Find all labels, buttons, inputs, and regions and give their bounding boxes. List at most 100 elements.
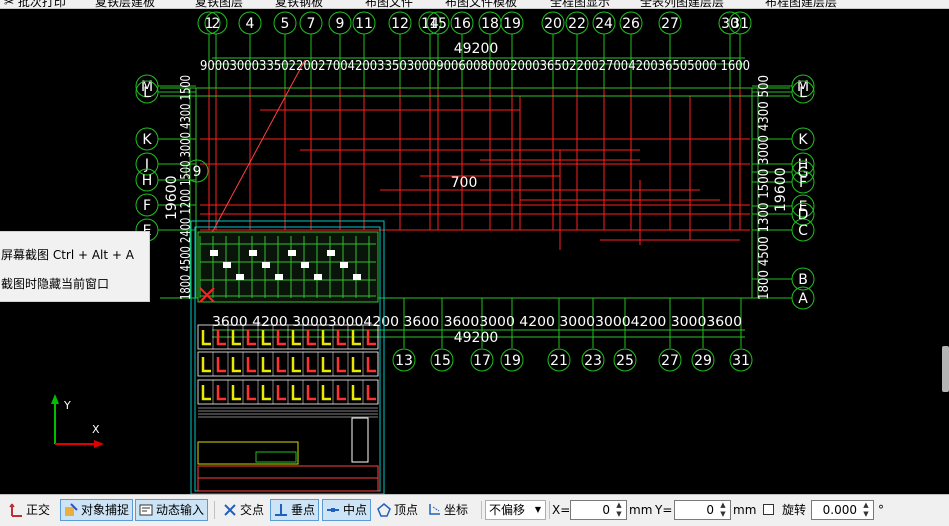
top-axis-bubble-label: 11: [355, 16, 373, 32]
top-axis-bubble-label: 27: [661, 16, 679, 32]
top-axis-bubble-label: 24: [595, 16, 613, 32]
right-axis-bubble-label: A: [798, 291, 808, 307]
dynamic-input-icon: [139, 504, 153, 516]
x-coordinate-input[interactable]: 0 ▲ ▼: [570, 500, 627, 520]
rotate-input[interactable]: 0.000 ▲ ▼: [811, 500, 874, 520]
toolbar-item-8[interactable]: 布程图建层层: [765, 0, 837, 8]
vertex-label: 顶点: [394, 503, 419, 517]
top-axis-bubble-label: 31: [731, 16, 749, 32]
ortho-icon: [9, 503, 22, 517]
screenshot-tooltip[interactable]: 屏幕截图 Ctrl + Alt + A 截图时隐藏当前窗口: [0, 231, 150, 302]
bottom-axis-bubble: 13: [392, 348, 416, 372]
toolbar-item-7[interactable]: 全表列图建层层: [640, 0, 724, 8]
top-axis-bubble: 12: [388, 11, 412, 35]
bottom-axis-bubble: 17: [470, 348, 494, 372]
bottom-axis-bubble-label: 23: [584, 353, 602, 369]
bottom-axis-bubble-label: 19: [503, 353, 521, 369]
toolbar-item-5[interactable]: 布图文件模板: [445, 0, 517, 8]
y-coordinate-value: 0: [706, 503, 714, 517]
toolbar-item-batch-print[interactable]: ✂ 批次打印: [4, 0, 66, 8]
top-axis-bubble-label: 19: [503, 16, 521, 32]
scrollbar-handle[interactable]: [942, 346, 949, 392]
top-axis-bubble: 22: [565, 11, 589, 35]
top-axis-bubble-label: 7: [307, 16, 316, 32]
dynamic-input-toggle[interactable]: 动态输入: [135, 499, 209, 521]
tooltip-line-shortcut[interactable]: 屏幕截图 Ctrl + Alt + A: [1, 246, 134, 263]
top-axis-bubble: 18: [478, 11, 502, 35]
toolbar-item-2[interactable]: 夏铁图层: [195, 0, 243, 8]
snap-vertex[interactable]: 顶点: [374, 499, 421, 521]
left-axis-bubble-label: J: [144, 157, 149, 173]
x-label: X=: [552, 503, 571, 517]
toolbar-item-1[interactable]: 夏铁层建板: [95, 0, 155, 8]
top-axis-bubble: 19: [500, 11, 524, 35]
toolbar-item-6[interactable]: 全程图显示: [550, 0, 610, 8]
ucs-y-label: Y: [63, 399, 71, 412]
top-axis-bubble-label: 20: [544, 16, 562, 32]
intersection-icon: [224, 504, 236, 516]
spin-arrows-icon[interactable]: ▲ ▼: [718, 501, 728, 519]
right-axis-bubble-label: F: [799, 175, 807, 191]
offset-mode-select[interactable]: 不偏移 ▼: [485, 500, 546, 520]
right-axis-bubble-label: B: [798, 272, 808, 288]
bottom-dimension-chain: 3600 4200 300030004200 3600 36003000 420…: [212, 315, 742, 330]
bottom-axis-bubble-label: 31: [732, 353, 750, 369]
top-axis-bubble-label: 15: [429, 16, 447, 32]
tooltip-line-hide-window[interactable]: 截图时隐藏当前窗口: [1, 275, 109, 292]
vertex-icon: [377, 503, 391, 517]
rotate-checkbox[interactable]: [763, 504, 774, 515]
mini-plan-room: [223, 262, 231, 268]
bottom-axis-bubble: 19: [500, 348, 524, 372]
mini-plan-room: [262, 262, 270, 268]
bottom-axis-bubble: 31: [729, 348, 753, 372]
spin-arrows-icon[interactable]: ▲ ▼: [861, 501, 871, 519]
right-axis-bubble-label: C: [798, 223, 808, 239]
bottom-axis-bubble: 25: [613, 348, 637, 372]
status-separator: [214, 501, 215, 519]
status-separator: [481, 501, 482, 519]
ortho-label: 正交: [26, 503, 51, 517]
top-axis-bubble: 11: [352, 11, 376, 35]
x-coordinate-value: 0: [602, 503, 610, 517]
bottom-total-dimension: 49200: [454, 330, 499, 346]
toolbar-item-4[interactable]: 布图文件: [365, 0, 413, 8]
top-total-dimension: 49200: [454, 41, 499, 57]
toolbar-item-3[interactable]: 夏铁钢板: [275, 0, 323, 8]
snap-midpoint[interactable]: 中点: [322, 499, 372, 521]
snap-perpendicular[interactable]: 垂点: [270, 499, 320, 521]
dynamic-input-label: 动态输入: [156, 503, 205, 517]
intersection-label: 交点: [240, 503, 265, 517]
rotate-value: 0.000: [822, 503, 857, 517]
mini-plan-room: [210, 250, 218, 256]
bottom-axis-bubble-label: 15: [433, 353, 451, 369]
spin-arrows-icon[interactable]: ▲ ▼: [614, 501, 624, 519]
osnap-toggle[interactable]: 对象捕捉: [60, 499, 134, 521]
mini-plan-room: [249, 250, 257, 256]
coordinate-icon: [429, 504, 440, 515]
mini-plan-room: [353, 274, 361, 280]
degree-symbol: °: [878, 503, 884, 517]
osnap-label: 对象捕捉: [81, 503, 130, 517]
top-axis-bubble: 20: [541, 11, 565, 35]
top-axis-bubble: 27: [658, 11, 682, 35]
x-unit: mm: [629, 503, 653, 517]
left-axis-bubble-label: F: [143, 198, 151, 214]
bottom-axis-bubble: 29: [691, 348, 715, 372]
y-coordinate-input[interactable]: 0 ▲ ▼: [674, 500, 731, 520]
ortho-toggle[interactable]: 正交: [6, 499, 53, 521]
rotate-label: 旋转: [782, 503, 807, 517]
status-separator: [549, 501, 550, 519]
top-axis-bubble: 16: [450, 11, 474, 35]
bottom-axis-bubble-label: 21: [550, 353, 568, 369]
top-axis-bubble-label: 5: [281, 16, 290, 32]
top-axis-bubble: 31: [728, 11, 752, 35]
mini-plan-room: [301, 262, 309, 268]
top-axis-bubble-label: 26: [622, 16, 640, 32]
mini-plan-room: [275, 274, 283, 280]
midpoint-icon: [327, 508, 339, 512]
right-total-dimension: 19600: [773, 167, 789, 212]
snap-intersection[interactable]: 交点: [220, 499, 267, 521]
bottom-axis-bubble: 27: [658, 348, 682, 372]
offset-mode-value: 不偏移: [489, 503, 526, 517]
snap-coordinate[interactable]: 坐标: [424, 499, 471, 521]
